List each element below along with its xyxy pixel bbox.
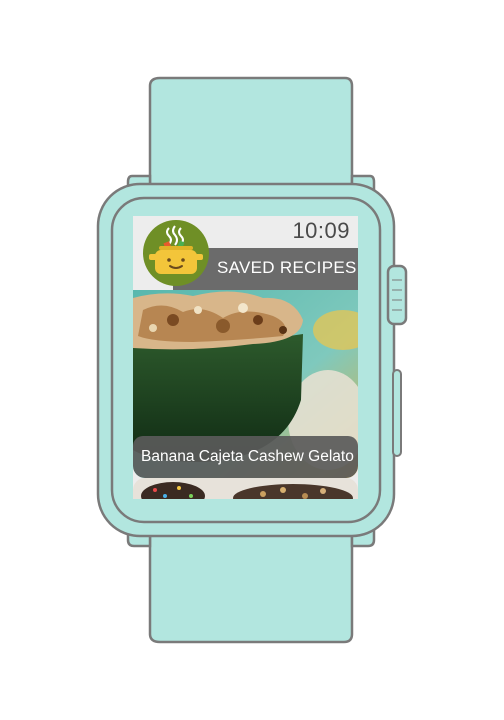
page-title: SAVED RECIPES	[217, 258, 357, 277]
recipe-card-next[interactable]	[133, 478, 358, 499]
sprinkle-cookies-photo	[133, 478, 358, 499]
watch-mockup: 10:09 SAVED RECIPES Banana Cajeta Cashew…	[0, 0, 504, 720]
status-time: 10:09	[292, 218, 350, 243]
recipe-caption: Banana Cajeta Cashew Gelato	[133, 436, 358, 478]
recipe-title: Banana Cajeta Cashew Gelato	[141, 448, 354, 465]
cooking-pot-icon[interactable]	[143, 220, 209, 286]
cooking-pot-icon-graphic	[149, 225, 203, 274]
recipe-card[interactable]: Banana Cajeta Cashew Gelato	[133, 290, 358, 478]
watch-screen: 10:09 SAVED RECIPES Banana Cajeta Cashew…	[133, 216, 358, 499]
